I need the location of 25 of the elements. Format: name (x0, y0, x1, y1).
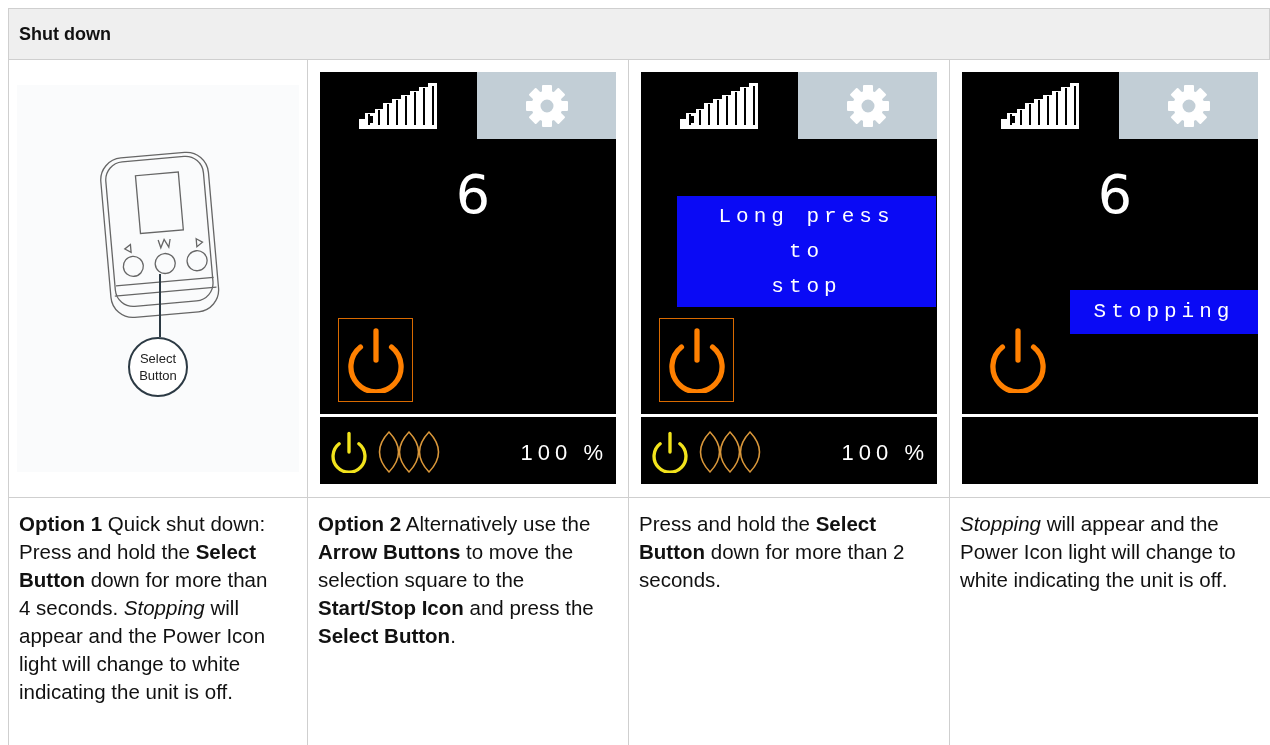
instruction-text: Press and hold the Select Button down for more than 2 seconds. (639, 511, 906, 593)
section-title: Shut down (9, 9, 1270, 60)
level-number: 6 (454, 165, 491, 225)
leader-line (159, 273, 161, 337)
instruction-text: Stopping will appear and the Power Icon light will change to white indicating the unit is off. (960, 511, 1237, 593)
power-button[interactable] (338, 318, 413, 402)
power-status-icon (649, 431, 691, 473)
signal-strength-icon (358, 82, 439, 129)
level-number: 6 (1096, 165, 1133, 225)
battery-percentage: 100 % (520, 438, 608, 467)
leaf-levels-icon (699, 430, 761, 474)
message-popup: Long press to stop (677, 196, 936, 307)
signal-strength-icon (1000, 82, 1081, 129)
power-button[interactable] (659, 318, 734, 402)
power-status-icon (328, 431, 370, 473)
instruction-text: Option 1 Quick shut down: Press and hold the Select Button down for more than 4 seconds. Stopping will appear and the Power Icon light will change to white indicating the unit is off. (19, 511, 269, 705)
leaf-levels-icon (378, 430, 440, 474)
status-banner: Stopping (1070, 290, 1258, 334)
settings-icon (523, 82, 570, 129)
signal-strength-icon (679, 82, 760, 129)
settings-icon (844, 82, 891, 129)
callout-label: Select Button (128, 337, 188, 397)
settings-icon (1165, 82, 1212, 129)
battery-percentage: 100 % (841, 438, 929, 467)
instruction-text: Option 2 Alternatively use the Arrow Buttons to move the selection square to the Start/Stop Icon and press the Select Button. (318, 511, 595, 649)
